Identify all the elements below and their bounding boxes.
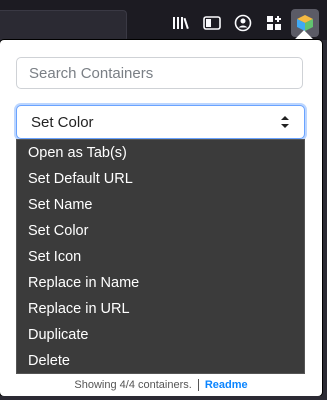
menu-item-delete[interactable]: Delete	[17, 348, 304, 374]
menu-item-set-name[interactable]: Set Name	[17, 192, 304, 218]
search-input[interactable]	[16, 57, 303, 89]
action-dropdown-menu: Open as Tab(s) Set Default URL Set Name …	[16, 139, 305, 374]
menu-item-duplicate[interactable]: Duplicate	[17, 322, 304, 348]
menu-item-open-as-tabs[interactable]: Open as Tab(s)	[17, 140, 304, 166]
containers-panel: Set Color Open as Tab(s) Set Default URL…	[0, 40, 322, 396]
account-icon[interactable]	[232, 12, 254, 34]
container-count: Showing 4/4 containers.	[74, 379, 192, 391]
footer-divider	[197, 379, 199, 391]
page-background-edge	[0, 396, 327, 400]
url-bar[interactable]	[0, 10, 127, 42]
menu-item-set-icon[interactable]: Set Icon	[17, 244, 304, 270]
extensions-icon[interactable]	[263, 12, 285, 34]
updown-chevron-icon	[281, 116, 289, 128]
menu-item-replace-in-name[interactable]: Replace in Name	[17, 270, 304, 296]
browser-toolbar	[0, 0, 327, 42]
action-select-value: Set Color	[31, 113, 94, 131]
readme-link[interactable]: Readme	[205, 379, 248, 391]
menu-item-replace-in-url[interactable]: Replace in URL	[17, 296, 304, 322]
containers-extension-icon	[297, 15, 313, 31]
library-icon[interactable]	[170, 12, 192, 34]
panel-footer: Showing 4/4 containers. Readme	[0, 374, 322, 396]
menu-item-set-color[interactable]: Set Color	[17, 218, 304, 244]
sidebar-icon[interactable]	[201, 12, 223, 34]
menu-item-set-default-url[interactable]: Set Default URL	[17, 166, 304, 192]
action-select[interactable]: Set Color	[16, 105, 305, 139]
